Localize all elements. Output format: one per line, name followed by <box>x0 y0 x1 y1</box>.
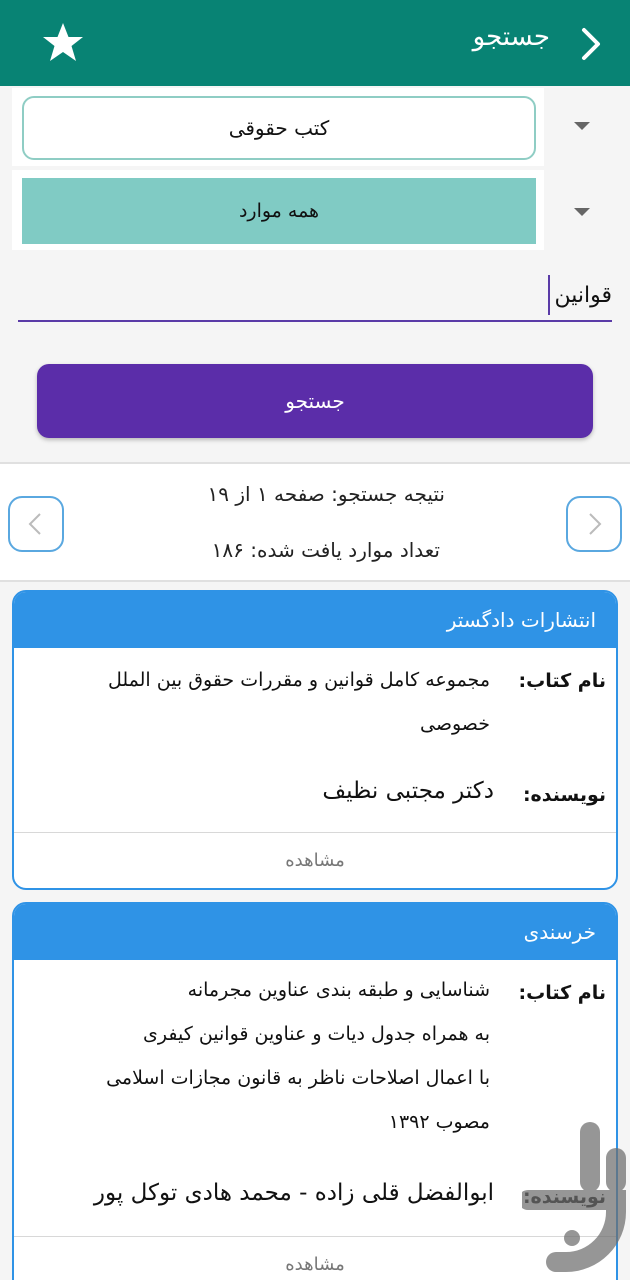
scope-dropdown-wrap: همه موارد <box>12 170 544 250</box>
star-icon[interactable] <box>40 20 86 66</box>
next-page-button[interactable] <box>566 496 622 552</box>
book-name-line: خصوصی <box>419 713 490 735</box>
result-page-text: نتیجه جستجو: صفحه ۱ از ۱۹ <box>207 482 445 506</box>
book-name-line: مصوب ۱۳۹۲ <box>388 1111 490 1133</box>
book-name-line: مجموعه کامل قوانین و مقررات حقوق بین الم… <box>107 669 490 691</box>
author-label: نویسنده: <box>522 784 606 806</box>
search-input-value: قوانین <box>554 282 612 308</box>
chevron-right-icon[interactable] <box>572 24 612 64</box>
book-name-value: مجموعه کامل قوانین و مقررات حقوق بین الم… <box>50 658 490 746</box>
page-title: جستجو <box>472 22 550 52</box>
search-input[interactable]: قوانین <box>18 270 612 322</box>
book-card: انتشارات دادگستر نام کتاب: مجموعه کامل ق… <box>12 590 618 890</box>
scope-row: همه موارد <box>0 170 630 252</box>
search-button[interactable]: جستجو <box>37 364 593 438</box>
author-value: دکتر مجتبی نظیف <box>322 778 494 804</box>
chevron-left-icon <box>28 513 41 535</box>
book-name-line: شناسایی و طبقه بندی عناوین مجرمانه <box>187 979 490 1001</box>
book-name-value: شناسایی و طبقه بندی عناوین مجرمانه به هم… <box>50 968 490 1144</box>
book-name-line: به همراه جدول دیات و عناوین قوانین کیفری <box>143 1023 490 1045</box>
chevron-down-icon[interactable] <box>574 208 590 216</box>
book-name-line: با اعمال اصلاحات ناظر به قانون مجازات اس… <box>106 1067 490 1089</box>
card-publisher: خرسندی <box>14 904 616 960</box>
result-summary: نتیجه جستجو: صفحه ۱ از ۱۹ تعداد موارد یا… <box>0 462 630 582</box>
author-value: ابوالفضل قلی زاده - محمد هادی توکل پور <box>93 1180 494 1206</box>
scope-dropdown[interactable]: همه موارد <box>22 178 536 244</box>
category-dropdown-wrap: کتب حقوقی <box>12 88 544 166</box>
book-name-label: نام کتاب: <box>518 982 606 1004</box>
card-publisher: انتشارات دادگستر <box>14 592 616 648</box>
result-count-text: تعداد موارد یافت شده: ۱۸۶ <box>211 538 440 562</box>
category-row: کتب حقوقی <box>0 88 630 168</box>
bazaar-logo-icon <box>522 1122 626 1272</box>
chevron-right-icon <box>589 513 602 535</box>
prev-page-button[interactable] <box>8 496 64 552</box>
category-dropdown[interactable]: کتب حقوقی <box>22 96 536 160</box>
text-cursor <box>548 275 551 315</box>
view-button[interactable]: مشاهده <box>14 832 616 888</box>
chevron-down-icon[interactable] <box>574 122 590 130</box>
book-name-label: نام کتاب: <box>518 670 606 692</box>
app-bar: جستجو <box>0 0 630 86</box>
